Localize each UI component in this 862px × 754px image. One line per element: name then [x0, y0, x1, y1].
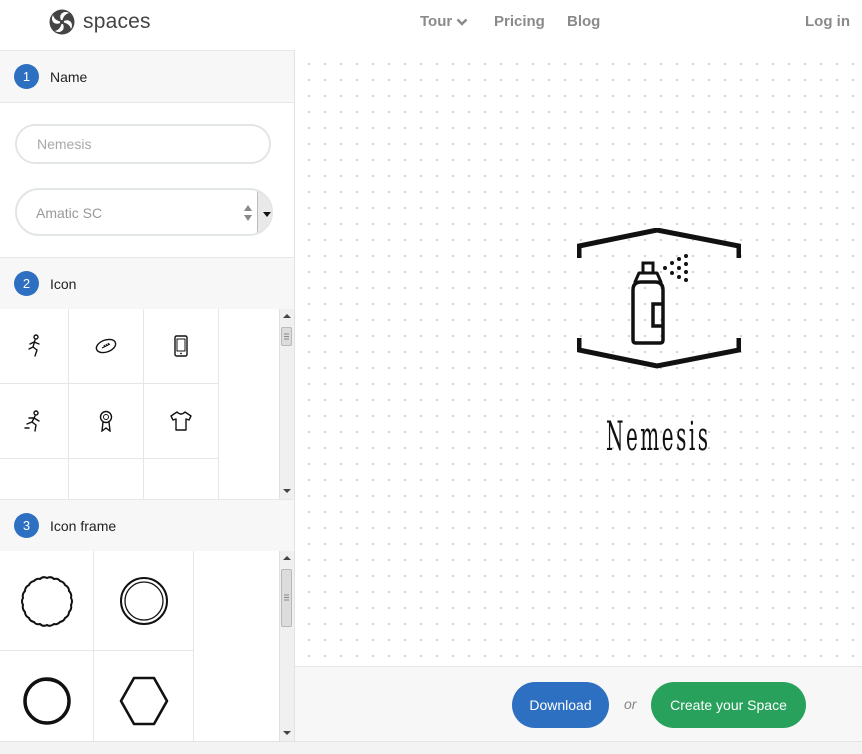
footer-strip	[0, 741, 862, 754]
caret-down-icon	[263, 212, 271, 217]
scroll-down-icon	[283, 489, 291, 493]
select-dropdown-button[interactable]	[257, 190, 271, 234]
brush-circle-frame-icon	[22, 676, 71, 725]
step-name-header[interactable]: 1 Name	[0, 50, 294, 103]
step-badge: 2	[14, 271, 39, 296]
wavy-circle-frame-icon	[20, 575, 73, 627]
scroll-up-arrow[interactable]	[280, 551, 294, 565]
step-badge: 1	[14, 64, 39, 89]
football-icon	[95, 338, 117, 354]
icon-option-runner-sprint[interactable]	[0, 309, 69, 384]
nav-tour-label: Tour	[420, 13, 453, 30]
icon-option-bottle[interactable]	[0, 459, 69, 499]
icon-option-thermometer[interactable]	[144, 459, 219, 499]
sort-arrows-icon	[244, 205, 252, 221]
runner-sprint-icon	[28, 334, 40, 357]
runner-icon	[24, 410, 40, 432]
scroll-up-icon	[283, 556, 291, 560]
thermometer-icon	[174, 481, 188, 499]
icon-option-gamepad[interactable]	[69, 459, 144, 499]
gamepad-icon	[94, 481, 118, 499]
step-title: Icon frame	[50, 518, 117, 534]
hexagon-frame-icon	[119, 676, 168, 725]
nav-blog[interactable]: Blog	[567, 13, 600, 30]
frame-option-wavy-circle[interactable]	[0, 551, 94, 651]
nav-tour[interactable]: Tour	[420, 13, 468, 30]
frame-option-brush-circle[interactable]	[0, 651, 94, 741]
scroll-up-icon	[283, 314, 291, 318]
scroll-down-arrow[interactable]	[280, 484, 294, 498]
grip-icon	[284, 594, 289, 601]
icon-option-tshirt[interactable]	[144, 384, 219, 459]
double-circle-frame-icon	[119, 576, 168, 625]
create-space-button[interactable]: Create your Space	[651, 682, 806, 728]
icon-grid-scrollbar[interactable]	[279, 309, 294, 499]
icon-option-smartphone[interactable]	[144, 309, 219, 384]
scroll-down-arrow[interactable]	[280, 726, 294, 740]
grip-icon	[284, 333, 289, 340]
spray-can-icon	[631, 254, 688, 345]
step-icon-frame-header[interactable]: 3 Icon frame	[0, 499, 294, 552]
nav-pricing[interactable]: Pricing	[494, 13, 545, 30]
step-title: Name	[50, 69, 88, 85]
icon-option-award-ribbon[interactable]	[69, 384, 144, 459]
chevron-down-icon	[456, 18, 468, 26]
nav-login[interactable]: Log in	[805, 13, 850, 30]
frame-grid-scrollbar[interactable]	[279, 551, 294, 741]
spaces-logo-icon	[49, 9, 75, 35]
step-title: Icon	[50, 276, 77, 292]
step-icon-header[interactable]: 2 Icon	[0, 257, 294, 310]
font-select[interactable]: Amatic SC	[15, 188, 273, 236]
award-ribbon-icon	[99, 410, 113, 432]
preview-brand-name: Nemesis	[605, 414, 711, 460]
step-badge: 3	[14, 513, 39, 538]
logo-preview-canvas: Nemesis	[295, 50, 862, 666]
frame-option-double-circle[interactable]	[94, 551, 194, 651]
action-bar: Download or Create your Space	[295, 666, 862, 742]
smartphone-icon	[174, 335, 188, 357]
bottle-icon	[27, 481, 41, 499]
icon-option-runner[interactable]	[0, 384, 69, 459]
logo-text: spaces	[83, 10, 151, 33]
scroll-down-icon	[283, 731, 291, 735]
font-select-value: Amatic SC	[36, 205, 103, 221]
icon-option-football[interactable]	[69, 309, 144, 384]
download-button[interactable]: Download	[512, 682, 609, 728]
frame-option-hexagon[interactable]	[94, 651, 194, 741]
or-separator: or	[624, 696, 637, 712]
logo[interactable]: spaces	[48, 8, 151, 36]
scroll-thumb[interactable]	[281, 569, 292, 627]
frame-grid	[0, 551, 294, 741]
builder-panel: 1 Name Amatic SC 2 Icon	[0, 50, 295, 741]
tshirt-icon	[170, 411, 192, 431]
top-navbar: spaces Tour Pricing Blog Log in	[0, 0, 862, 50]
brand-name-input[interactable]	[15, 124, 271, 164]
scroll-up-arrow[interactable]	[280, 309, 294, 323]
scroll-thumb[interactable]	[281, 327, 292, 346]
icon-grid	[0, 309, 294, 499]
